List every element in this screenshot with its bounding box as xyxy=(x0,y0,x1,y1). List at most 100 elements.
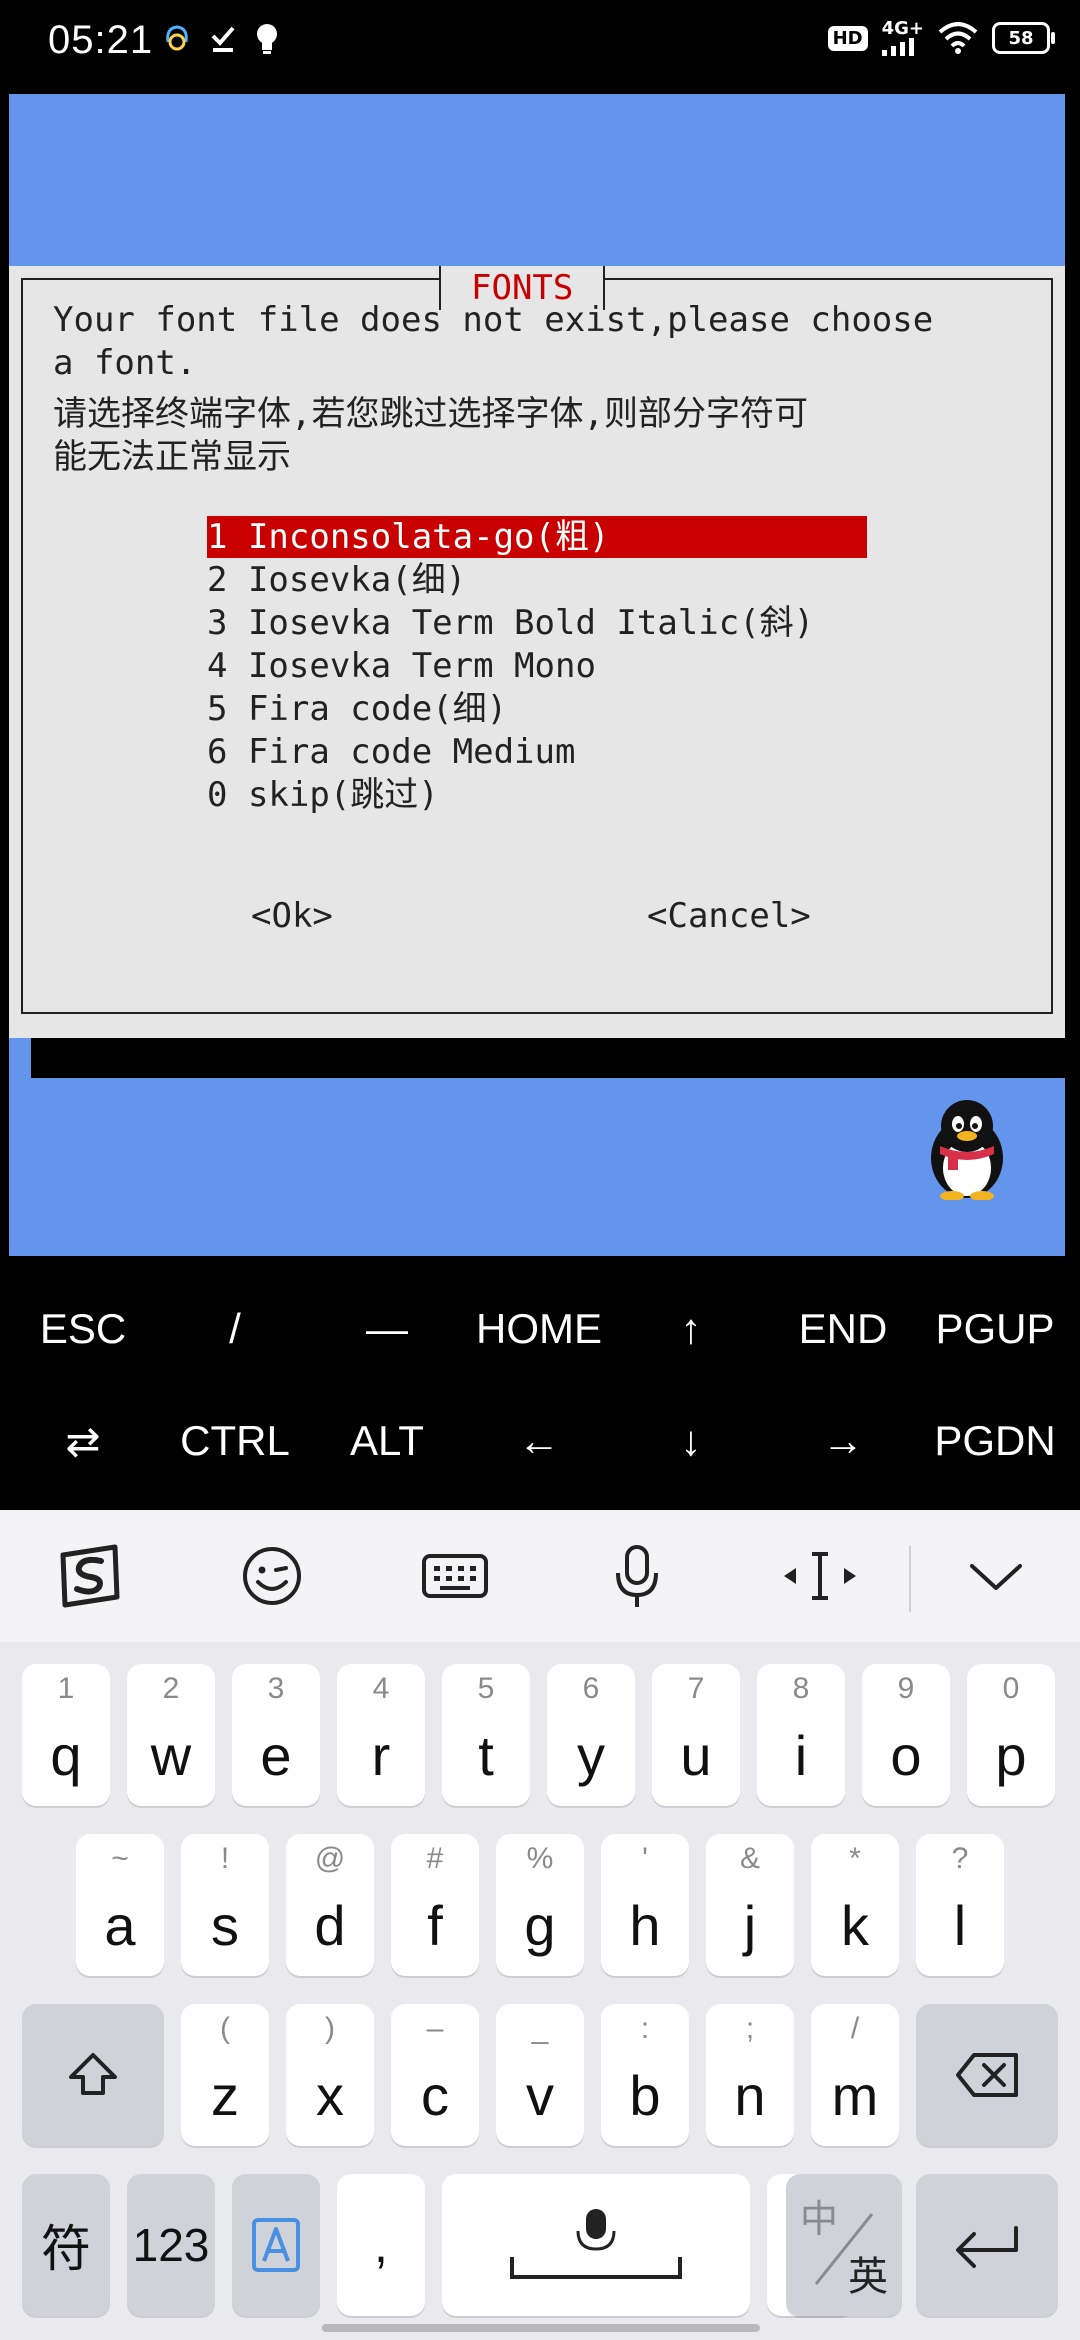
key-label: m xyxy=(831,2064,879,2127)
key-hint: * xyxy=(849,1842,861,1875)
key-x[interactable]: ) x xyxy=(286,2004,374,2146)
hd-badge: HD xyxy=(827,25,868,51)
arrow-right-key[interactable]: → xyxy=(767,1386,919,1496)
key-t[interactable]: 5t xyxy=(442,1664,530,1806)
status-bar: 05:21 HD 4G+ 58 xyxy=(0,0,1080,92)
backspace-icon xyxy=(916,2004,1058,2146)
space-key[interactable] xyxy=(442,2174,750,2316)
key-r[interactable]: 4r xyxy=(337,1664,425,1806)
key-n[interactable]: ; n xyxy=(706,2004,794,2146)
slash-key[interactable]: / xyxy=(159,1274,311,1384)
key-o[interactable]: 9o xyxy=(862,1664,950,1806)
pgup-key[interactable]: PGUP xyxy=(919,1274,1071,1384)
key-f[interactable]: # f xyxy=(391,1834,479,1976)
key-b[interactable]: :b xyxy=(601,2004,689,2146)
dash-key[interactable]: — xyxy=(311,1274,463,1384)
end-key[interactable]: END xyxy=(767,1274,919,1384)
key-z[interactable]: (z xyxy=(181,2004,269,2146)
key-label: g xyxy=(524,1894,556,1957)
dialog-message-line: 请选择终端字体,若您跳过选择字体,则部分字符可 xyxy=(53,394,808,434)
key-g[interactable]: % g xyxy=(496,1834,584,1976)
home-key[interactable]: HOME xyxy=(463,1274,615,1384)
collapse-keyboard-icon[interactable] xyxy=(956,1536,1036,1616)
key-u[interactable]: 7u xyxy=(652,1664,740,1806)
font-option-fira-code-medium[interactable]: 6 Fira code Medium xyxy=(207,731,575,773)
key-label: z xyxy=(211,2064,239,2127)
key-a[interactable]: ~ a xyxy=(76,1834,164,1976)
symbols-key[interactable]: 符 xyxy=(22,2174,110,2316)
key-label: y xyxy=(577,1724,605,1787)
font-option-inconsolata[interactable]: 1 Inconsolata-go(粗) xyxy=(207,516,867,558)
numbers-key[interactable]: 123 xyxy=(127,2174,215,2316)
key-c[interactable]: – c xyxy=(391,2004,479,2146)
cancel-button[interactable]: <Cancel> xyxy=(647,896,811,936)
key-hint: ~ xyxy=(111,1842,129,1875)
ok-button[interactable]: <Ok> xyxy=(251,896,333,936)
keyboard-layout-icon[interactable] xyxy=(415,1536,495,1616)
key-d[interactable]: @ d xyxy=(286,1834,374,1976)
font-option-fira-code[interactable]: 5 Fira code(细) xyxy=(207,688,507,730)
shift-icon xyxy=(22,2004,164,2146)
backspace-key[interactable] xyxy=(916,2004,1058,2146)
font-a-icon xyxy=(232,2174,320,2316)
arrow-down-key[interactable]: ↓ xyxy=(615,1386,767,1496)
key-hint: @ xyxy=(314,1842,346,1875)
key-hint: & xyxy=(739,1842,760,1875)
key-w[interactable]: 2w xyxy=(127,1664,215,1806)
comma-key[interactable]: , xyxy=(337,2174,425,2316)
font-option-iosevka[interactable]: 2 Iosevka(细) xyxy=(207,559,466,601)
key-label: o xyxy=(890,1724,922,1787)
key-l[interactable]: ? l xyxy=(916,1834,1004,1976)
key-hint: 8 xyxy=(792,1672,810,1705)
pgdn-key[interactable]: PGDN xyxy=(919,1386,1071,1496)
key-label: a xyxy=(104,1894,136,1957)
terminal-background-top xyxy=(9,94,1065,270)
enter-key[interactable] xyxy=(916,2174,1058,2316)
arrow-left-key[interactable]: ← xyxy=(463,1386,615,1496)
key-label: f xyxy=(427,1894,443,1957)
key-q[interactable]: 1q xyxy=(22,1664,110,1806)
toolbar-divider xyxy=(909,1546,911,1612)
key-hint: 0 xyxy=(1002,1672,1020,1705)
check-icon xyxy=(211,26,235,52)
extra-keys-bar: ESC / — HOME ↑ END PGUP ⇄ CTRL ALT ← ↓ →… xyxy=(0,1256,1080,1510)
key-k[interactable]: * k xyxy=(811,1834,899,1976)
microphone-icon[interactable] xyxy=(597,1536,677,1616)
language-switch-key[interactable]: 中 英 xyxy=(786,2174,902,2316)
key-j[interactable]: & j xyxy=(706,1834,794,1976)
key-label: p xyxy=(995,1724,1027,1787)
font-option-skip[interactable]: 0 skip(跳过) xyxy=(207,774,439,816)
key-v[interactable]: _ v xyxy=(496,2004,584,2146)
arrow-up-key[interactable]: ↑ xyxy=(615,1274,767,1384)
status-time: 05:21 xyxy=(48,18,154,62)
font-option-iosevka-term-mono[interactable]: 4 Iosevka Term Mono xyxy=(207,645,596,687)
penguin-icon[interactable] xyxy=(922,1096,1012,1200)
key-label: n xyxy=(734,2064,766,2127)
emoji-icon[interactable] xyxy=(232,1536,312,1616)
esc-key[interactable]: ESC xyxy=(7,1274,159,1384)
handwriting-key[interactable] xyxy=(232,2174,320,2316)
home-indicator[interactable] xyxy=(322,2324,760,2332)
font-option-iosevka-term-bold-italic[interactable]: 3 Iosevka Term Bold Italic(斜) xyxy=(207,602,814,644)
tab-key[interactable]: ⇄ xyxy=(7,1386,159,1496)
headset-icon xyxy=(166,25,188,51)
battery-level: 58 xyxy=(1008,27,1034,49)
key-h[interactable]: ' h xyxy=(601,1834,689,1976)
key-s[interactable]: ! s xyxy=(181,1834,269,1976)
ctrl-key[interactable]: CTRL xyxy=(159,1386,311,1496)
key-p[interactable]: 0p xyxy=(967,1664,1055,1806)
key-label: b xyxy=(629,2064,661,2127)
voice-space-icon xyxy=(442,2174,750,2316)
key-label: e xyxy=(260,1724,292,1787)
key-e[interactable]: 3e xyxy=(232,1664,320,1806)
sogou-logo-icon[interactable] xyxy=(50,1536,130,1616)
key-m[interactable]: / m xyxy=(811,2004,899,2146)
shift-key[interactable] xyxy=(22,2004,164,2146)
key-hint: ! xyxy=(220,1842,230,1875)
terminal-view[interactable]: FONTS Your font file does not exist,plea… xyxy=(0,92,1080,1346)
cellular-signal-icon xyxy=(881,38,914,56)
cursor-move-icon[interactable] xyxy=(780,1536,860,1616)
key-i[interactable]: 8i xyxy=(757,1664,845,1806)
key-y[interactable]: 6y xyxy=(547,1664,635,1806)
alt-key[interactable]: ALT xyxy=(311,1386,463,1496)
